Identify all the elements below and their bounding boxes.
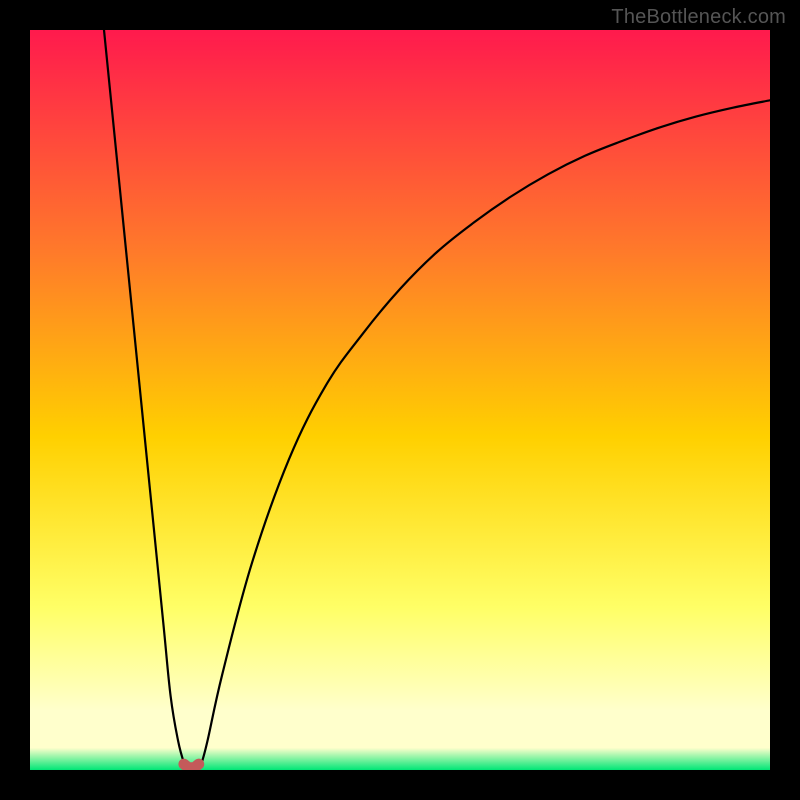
chart-svg (30, 30, 770, 770)
valley-marker (184, 764, 199, 768)
plot-area (30, 30, 770, 770)
watermark-text: TheBottleneck.com (611, 6, 786, 29)
chart-frame: TheBottleneck.com (0, 0, 800, 800)
